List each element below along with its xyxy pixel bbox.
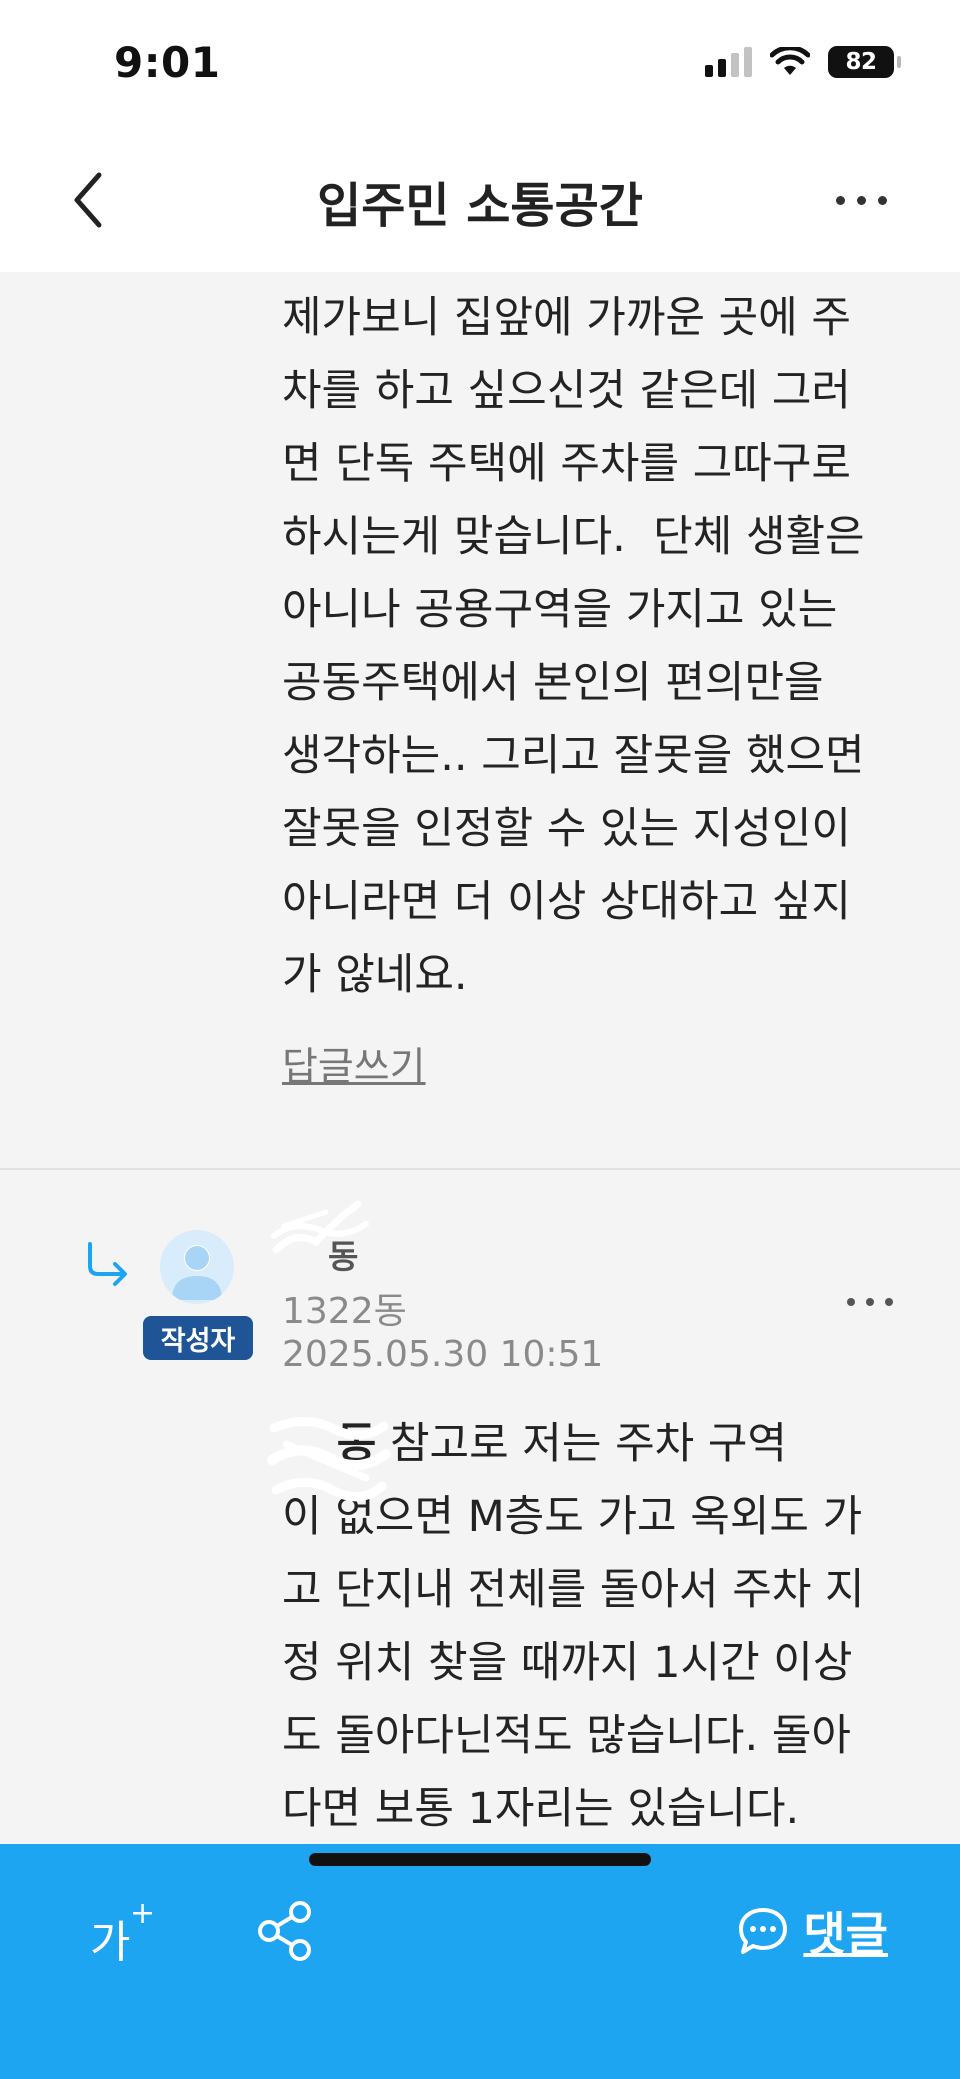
divider [0,1168,960,1170]
status-time: 9:01 [114,38,221,87]
battery-icon: 82 [828,46,901,78]
share-button[interactable] [256,1900,314,1962]
home-indicator[interactable] [309,1853,651,1866]
chat-bubble-icon [739,1908,788,1954]
comment-more-button[interactable] [820,1272,920,1332]
comment-label: 댓글 [803,1907,888,1961]
signal-icon [705,47,752,77]
comment-date: 2025.05.30 10:51 [282,1334,604,1375]
comment-list[interactable]: 제가보니 집앞에 가까운 곳에 주 차를 하고 싶으신것 같은데 그러 면 단독… [0,272,960,1844]
reply-button[interactable]: 답글쓰기 [282,1036,426,1092]
author-badge: 작성자 [143,1316,253,1360]
comment-text: 제가보니 집앞에 가까운 곳에 주 차를 하고 싶으신것 같은데 그러 면 단독… [282,293,865,1000]
more-horizontal-icon [835,195,845,205]
status-bar: 9:01 82 [0,0,960,130]
nav-bar: 입주민 소통공간 [0,130,960,272]
avatar[interactable] [160,1230,234,1304]
share-icon [258,1901,311,1961]
font-size-plus: + [130,1896,156,1931]
bottom-toolbar: 가 + 댓글 [0,1844,960,2079]
more-button[interactable] [806,170,916,230]
battery-level: 82 [845,49,877,75]
redaction-scribble [271,1200,369,1254]
font-size-button[interactable]: 가 + [86,1896,166,1968]
more-horizontal-icon [847,1298,855,1306]
reply-arrow-icon [88,1242,127,1286]
comment-button[interactable]: 댓글 [737,1896,888,1966]
author-dong: 1322동 [282,1291,407,1332]
wifi-icon [770,47,810,75]
user-icon [172,1245,222,1300]
redaction-scribble [267,1416,391,1502]
font-size-icon: 가 [90,1917,131,1968]
status-icons: 82 [705,46,901,78]
